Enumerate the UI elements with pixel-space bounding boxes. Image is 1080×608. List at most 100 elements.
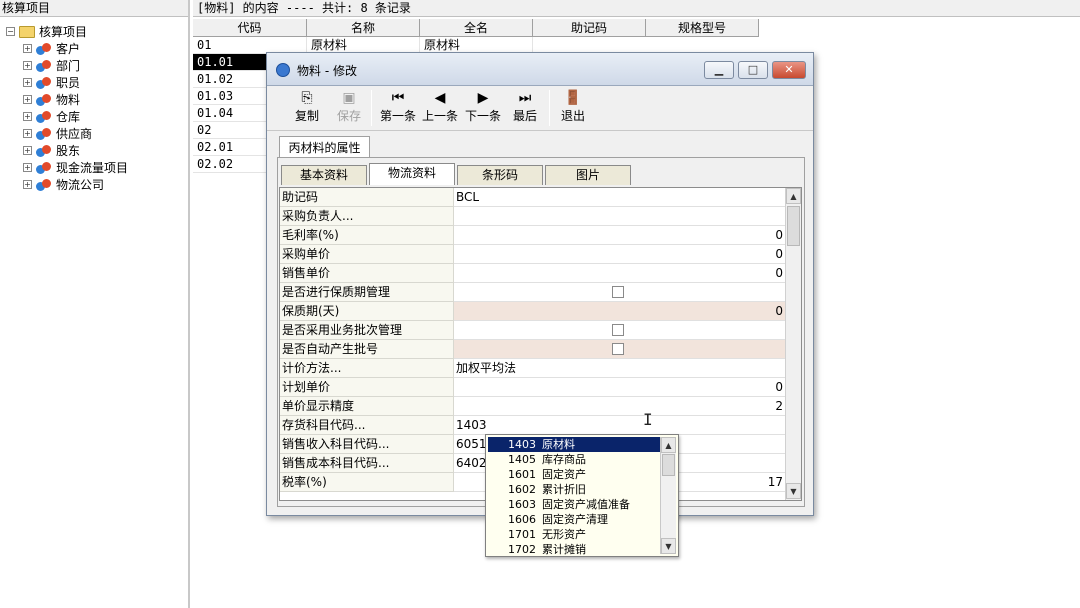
column-header-fullname[interactable]: 全名 bbox=[420, 19, 533, 37]
tab-barcode[interactable]: 条形码 bbox=[457, 165, 543, 185]
next-record-label: 下一条 bbox=[464, 109, 501, 123]
save-button[interactable]: ▣ 保存 bbox=[331, 86, 367, 131]
previous-icon: ◀ bbox=[434, 90, 446, 106]
tree-item-logistics[interactable]: + 物流公司 bbox=[23, 176, 104, 193]
tree-item-staff[interactable]: + 职员 bbox=[23, 74, 80, 91]
property-row[interactable]: 销售单价 0 bbox=[280, 264, 785, 283]
shelf-life-checkbox[interactable] bbox=[612, 286, 624, 298]
tree-root[interactable]: − 核算项目 bbox=[6, 23, 87, 40]
property-tab[interactable]: 丙材料的属性 bbox=[279, 136, 370, 158]
expand-icon[interactable]: + bbox=[23, 44, 32, 53]
scroll-up-icon[interactable]: ▲ bbox=[661, 437, 676, 453]
property-row[interactable]: 存货科目代码... 1403 bbox=[280, 416, 785, 435]
property-scrollbar[interactable]: ▲ ▼ bbox=[785, 188, 801, 500]
close-button[interactable]: ✕ bbox=[772, 61, 806, 79]
scroll-down-icon[interactable]: ▼ bbox=[786, 483, 801, 499]
collapse-icon[interactable]: − bbox=[6, 27, 15, 36]
property-row[interactable]: 采购单价 0 bbox=[280, 245, 785, 264]
next-record-button[interactable]: ▶ 下一条 bbox=[462, 86, 504, 131]
dropdown-item[interactable]: 1602 累计折旧 bbox=[488, 482, 662, 497]
exit-label: 退出 bbox=[560, 109, 585, 123]
property-value bbox=[454, 283, 785, 302]
first-record-icon: ⏮ bbox=[391, 90, 405, 106]
tree-root-label: 核算项目 bbox=[39, 25, 88, 39]
first-record-label: 第一条 bbox=[379, 109, 416, 123]
first-record-button[interactable]: ⏮ 第一条 bbox=[377, 86, 419, 131]
property-row[interactable]: 是否采用业务批次管理 bbox=[280, 321, 785, 340]
scrollbar-thumb[interactable] bbox=[662, 454, 675, 476]
account-code: 1702 bbox=[508, 543, 536, 556]
expand-icon[interactable]: + bbox=[23, 95, 32, 104]
tree-item-department[interactable]: + 部门 bbox=[23, 57, 80, 74]
property-value[interactable]: 0 bbox=[454, 226, 785, 245]
save-icon: ▣ bbox=[342, 90, 356, 106]
batch-management-checkbox[interactable] bbox=[612, 324, 624, 336]
property-value[interactable] bbox=[454, 207, 785, 226]
previous-record-button[interactable]: ◀ 上一条 bbox=[419, 86, 461, 131]
dropdown-item[interactable]: 1603 固定资产减值准备 bbox=[488, 497, 662, 512]
minimize-button[interactable]: ▁ bbox=[704, 61, 734, 79]
property-value[interactable]: 0 bbox=[454, 245, 785, 264]
auto-batch-number-checkbox[interactable] bbox=[612, 343, 624, 355]
column-header-name[interactable]: 名称 bbox=[307, 19, 420, 37]
tree-item-material[interactable]: + 物料 bbox=[23, 91, 80, 108]
property-name: 销售收入科目代码... bbox=[280, 435, 454, 454]
column-header-spec[interactable]: 规格型号 bbox=[646, 19, 759, 37]
tree-item-supplier[interactable]: + 供应商 bbox=[23, 125, 92, 142]
dropdown-item[interactable]: 1702 累计摊销 bbox=[488, 542, 662, 556]
property-row[interactable]: 单价显示精度 2 bbox=[280, 397, 785, 416]
last-record-button[interactable]: ⏭ 最后 bbox=[507, 86, 543, 131]
tab-basic-info[interactable]: 基本资料 bbox=[281, 165, 367, 185]
account-code-dropdown[interactable]: 1403 原材料 1405 库存商品 1601 固定资产 1602 累计折旧 1… bbox=[485, 434, 679, 557]
tab-picture[interactable]: 图片 bbox=[545, 165, 631, 185]
property-value[interactable]: BCL bbox=[454, 188, 785, 207]
tree-item-warehouse[interactable]: + 仓库 bbox=[23, 108, 80, 125]
copy-button[interactable]: ⎘ 复制 bbox=[289, 86, 325, 131]
expand-icon[interactable]: + bbox=[23, 129, 32, 138]
tree-item-cashflow[interactable]: + 现金流量项目 bbox=[23, 159, 128, 176]
column-header-mnemonic[interactable]: 助记码 bbox=[533, 19, 646, 37]
expand-icon[interactable]: + bbox=[23, 61, 32, 70]
expand-icon[interactable]: + bbox=[23, 163, 32, 172]
property-row[interactable]: 毛利率(%) 0 bbox=[280, 226, 785, 245]
expand-icon[interactable]: + bbox=[23, 112, 32, 121]
property-value[interactable]: 加权平均法 bbox=[454, 359, 785, 378]
property-value[interactable]: 0 bbox=[454, 378, 785, 397]
property-value[interactable]: 0 bbox=[454, 302, 785, 321]
property-value[interactable]: 0 bbox=[454, 264, 785, 283]
property-name: 采购负责人... bbox=[280, 207, 454, 226]
expand-icon[interactable]: + bbox=[23, 180, 32, 189]
expand-icon[interactable]: + bbox=[23, 146, 32, 155]
column-header-code[interactable]: 代码 bbox=[193, 19, 307, 37]
dialog-titlebar[interactable]: 物料 - 修改 ▁ □ ✕ bbox=[267, 53, 813, 86]
property-value[interactable]: 2 bbox=[454, 397, 785, 416]
logistics-icon bbox=[36, 178, 52, 192]
tree-item-shareholder[interactable]: + 股东 bbox=[23, 142, 80, 159]
property-row[interactable]: 保质期(天) 0 bbox=[280, 302, 785, 321]
folder-icon bbox=[19, 25, 35, 38]
property-row[interactable]: 是否进行保质期管理 bbox=[280, 283, 785, 302]
expand-icon[interactable]: + bbox=[23, 78, 32, 87]
dropdown-item[interactable]: 1403 原材料 bbox=[488, 437, 662, 452]
scroll-up-icon[interactable]: ▲ bbox=[786, 188, 801, 204]
dropdown-item[interactable]: 1606 固定资产清理 bbox=[488, 512, 662, 527]
property-name: 保质期(天) bbox=[280, 302, 454, 321]
exit-button[interactable]: 🚪 退出 bbox=[555, 86, 591, 131]
dropdown-scrollbar[interactable]: ▲ ▼ bbox=[660, 437, 676, 554]
dropdown-item[interactable]: 1405 库存商品 bbox=[488, 452, 662, 467]
maximize-button[interactable]: □ bbox=[738, 61, 768, 79]
property-row[interactable]: 是否自动产生批号 bbox=[280, 340, 785, 359]
scrollbar-thumb[interactable] bbox=[787, 206, 800, 246]
inventory-account-input[interactable]: 1403 bbox=[454, 416, 785, 435]
property-row[interactable]: 计价方法... 加权平均法 bbox=[280, 359, 785, 378]
scroll-down-icon[interactable]: ▼ bbox=[661, 538, 676, 554]
property-row[interactable]: 助记码 BCL bbox=[280, 188, 785, 207]
dropdown-item[interactable]: 1701 无形资产 bbox=[488, 527, 662, 542]
dropdown-item[interactable]: 1601 固定资产 bbox=[488, 467, 662, 482]
property-row[interactable]: 采购负责人... bbox=[280, 207, 785, 226]
tab-logistics-info[interactable]: 物流资料 bbox=[369, 163, 455, 185]
tree-item-label: 客户 bbox=[56, 42, 81, 56]
property-name: 是否自动产生批号 bbox=[280, 340, 454, 359]
tree-item-customer[interactable]: + 客户 bbox=[23, 40, 80, 57]
property-row[interactable]: 计划单价 0 bbox=[280, 378, 785, 397]
